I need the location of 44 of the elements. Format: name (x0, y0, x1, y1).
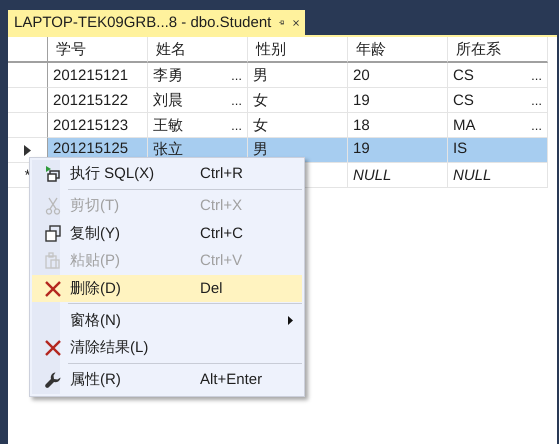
menu-item[interactable]: 复制(Y) Ctrl+C (32, 219, 302, 248)
row-header[interactable] (8, 113, 48, 138)
edit-button[interactable]: ... (531, 118, 542, 132)
edit-button[interactable]: ... (231, 92, 242, 108)
menu-item[interactable]: 属性(R) Alt+Enter (32, 366, 302, 394)
edit-button[interactable]: ... (231, 68, 242, 82)
column-header[interactable]: 学号 (48, 37, 148, 63)
table-cell: 男 (248, 63, 348, 88)
corner-header (8, 37, 48, 63)
row-header[interactable] (8, 63, 48, 88)
column-header[interactable]: 所在系 (448, 37, 548, 63)
table-cell: 刘晨 ... (148, 88, 248, 113)
menu-item[interactable]: 清除结果(L) (32, 334, 302, 362)
document-tab[interactable]: LAPTOP-TEK09GRB...8 - dbo.Student (8, 10, 305, 35)
row-header[interactable] (8, 88, 48, 113)
column-header[interactable]: 性别 (248, 37, 348, 63)
table-cell: 19 (348, 88, 448, 113)
edit-button[interactable]: ... (231, 118, 242, 132)
submenu-arrow-icon (288, 316, 293, 325)
column-header[interactable]: 姓名 (148, 37, 248, 63)
table-cell: 20 (348, 63, 448, 88)
copy-icon (45, 224, 61, 242)
edit-button[interactable]: ... (531, 68, 542, 82)
column-header[interactable]: 年龄 (348, 37, 448, 63)
table-cell: CS ... (448, 88, 548, 113)
cut-icon (45, 196, 61, 215)
paste-icon (45, 252, 61, 270)
table-cell: NULL (453, 166, 492, 184)
table-cell: 19 (348, 138, 448, 163)
table-cell: 201215122 (48, 88, 148, 113)
table-cell: 李勇 ... (148, 63, 248, 88)
menu-item[interactable]: 删除(D) Del (32, 274, 302, 302)
delete-icon (45, 280, 61, 297)
current-row-icon (24, 144, 31, 156)
wrench-icon (45, 372, 61, 388)
table-cell: NULL (353, 166, 392, 184)
table-cell: 201215121 (48, 63, 148, 88)
clear-icon (45, 340, 61, 356)
edit-button[interactable]: ... (531, 92, 542, 108)
run-query-icon (45, 166, 61, 182)
table-cell: CS ... (448, 63, 548, 88)
table-cell: 女 (248, 88, 348, 113)
table-cell: IS (448, 138, 548, 163)
menu-item[interactable]: 窗格(N) (32, 306, 302, 334)
